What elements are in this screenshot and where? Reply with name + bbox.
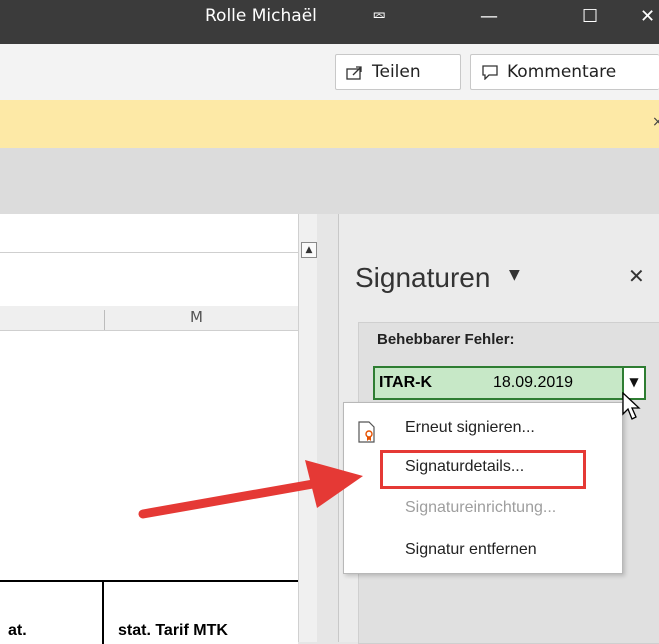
comments-button[interactable]: Kommentare [470,54,659,90]
share-button[interactable]: Teilen [335,54,461,90]
close-pane-icon[interactable]: ✕ [628,264,645,288]
cell-border [102,582,104,644]
remove-signature-menu-item[interactable]: Signatur entfernen [405,541,537,559]
worksheet[interactable] [0,214,298,642]
resign-menu-item[interactable]: Erneut signieren... [405,419,535,437]
highlight-box [380,450,586,489]
close-window-button[interactable]: ✕ [640,6,655,27]
share-icon [346,66,362,80]
share-label: Teilen [372,62,421,82]
pane-title: Signaturen [355,262,491,293]
signature-doc-icon [358,421,375,443]
section-header: Behebbarer Fehler: [377,331,515,348]
minimize-button[interactable]: — [480,6,498,27]
table-cell[interactable]: at. [8,622,27,640]
column-header-m[interactable]: M [190,308,203,326]
signature-setup-menu-item: Signatureinrichtung... [405,499,557,516]
mouse-cursor-icon [622,392,641,420]
comment-icon [482,65,498,80]
signature-name: ITAR-K [379,374,433,391]
pane-options-icon[interactable]: ▼ [509,267,520,283]
comments-label: Kommentare [507,62,617,82]
formula-bar-area [0,148,659,214]
signature-entry[interactable]: ITAR-K 18.09.2019 [373,366,629,400]
signature-date: 18.09.2019 [493,374,574,391]
table-row: at. stat. Tarif MTK [0,580,298,644]
vertical-scrollbar[interactable]: ▲ [298,214,317,642]
message-bar: × [0,100,659,149]
title-bar: Rolle Michaël ⮹ — ☐ ✕ [0,0,659,44]
restore-button[interactable]: ☐ [582,6,598,27]
pointer-arrow [138,460,363,519]
user-name[interactable]: Rolle Michaël [205,6,317,26]
column-separator [104,310,105,330]
scroll-up-icon[interactable]: ▲ [301,242,317,258]
close-message-icon[interactable]: × [652,114,659,130]
ribbon-display-icon[interactable]: ⮹ [372,6,386,27]
ribbon-bar: Teilen Kommentare [0,44,659,100]
column-header-row: M [0,306,298,331]
divider [0,252,298,253]
table-cell[interactable]: stat. Tarif MTK [118,622,228,640]
